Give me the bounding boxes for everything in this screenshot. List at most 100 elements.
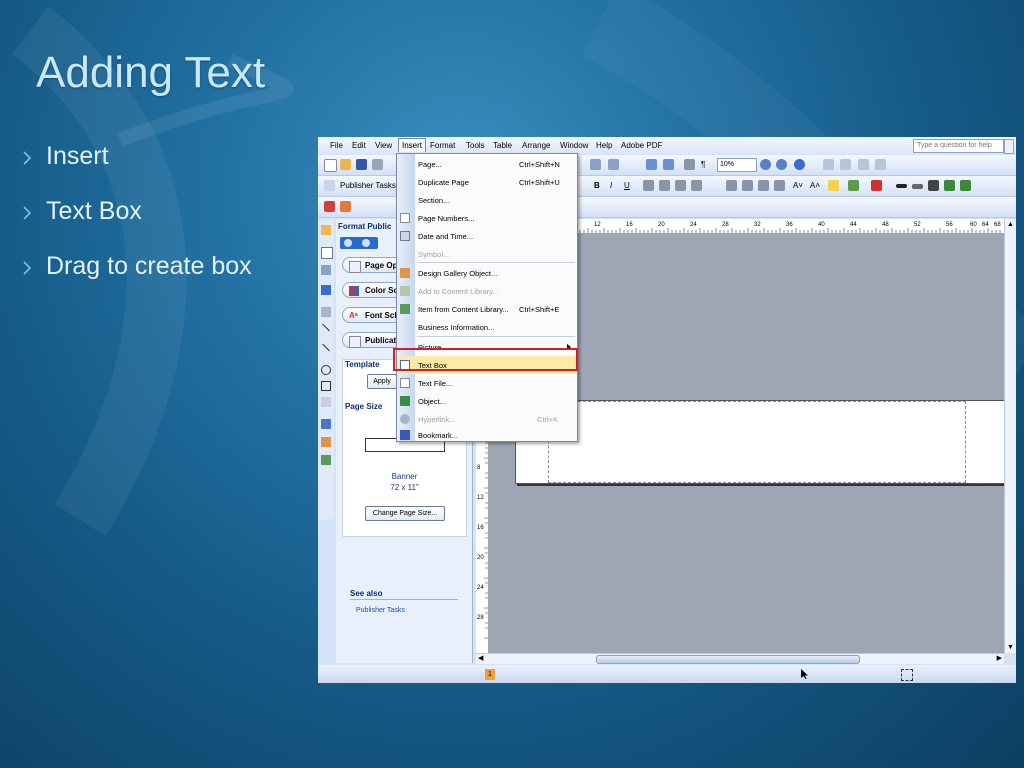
- menu-item-add-to-content-library[interactable]: Add to Content Library...: [397, 282, 577, 300]
- content-library-tool-icon[interactable]: [321, 455, 331, 465]
- insert-picture-icon[interactable]: [858, 159, 869, 170]
- shadow-style-icon[interactable]: [944, 180, 955, 191]
- menu-item-duplicate-page[interactable]: Duplicate Page Ctrl+Shift+U: [397, 173, 577, 191]
- zoom-out-icon[interactable]: [760, 159, 771, 170]
- vertical-scrollbar[interactable]: ▲ ▼: [1004, 219, 1016, 653]
- tab-label: Font Sch: [365, 311, 400, 320]
- autoshapes-tool-icon[interactable]: [321, 397, 331, 407]
- zoom-in-icon[interactable]: [776, 159, 787, 170]
- line-style-icon[interactable]: [896, 184, 907, 188]
- dash-style-icon[interactable]: [912, 184, 923, 189]
- new-icon[interactable]: [324, 159, 337, 172]
- save-icon[interactable]: [356, 159, 367, 170]
- arrow-tool-icon[interactable]: [322, 343, 330, 352]
- font-color-icon[interactable]: [871, 180, 882, 191]
- 3d-style-icon[interactable]: [960, 180, 971, 191]
- page-navigator-button[interactable]: 1: [485, 669, 495, 680]
- increase-indent-icon[interactable]: [774, 180, 785, 191]
- scroll-left-icon[interactable]: ◀: [478, 654, 483, 662]
- menu-adobe-pdf[interactable]: Adobe PDF: [621, 141, 662, 150]
- horizontal-scroll-thumb[interactable]: [596, 655, 860, 664]
- menu-item-design-gallery[interactable]: Design Gallery Object...: [397, 264, 577, 282]
- line-tool-icon[interactable]: [322, 323, 330, 332]
- menu-help[interactable]: Help: [596, 141, 612, 150]
- help-search-input[interactable]: Type a question for help: [913, 139, 1004, 153]
- spelling-icon[interactable]: [840, 159, 851, 170]
- columns-icon[interactable]: [684, 159, 695, 170]
- text-box-tool-icon[interactable]: [321, 247, 333, 259]
- align-center-icon[interactable]: [659, 180, 670, 191]
- print-icon[interactable]: [372, 159, 383, 170]
- numbering-icon[interactable]: [726, 180, 737, 191]
- decrease-font-icon[interactable]: A˅: [793, 181, 803, 190]
- undo-icon[interactable]: [590, 159, 601, 170]
- underline-button[interactable]: U: [624, 181, 630, 190]
- help-dropdown-icon[interactable]: [1004, 139, 1014, 154]
- bullets-icon[interactable]: [742, 180, 753, 191]
- wordart-tool-icon[interactable]: [321, 285, 331, 295]
- banner-page[interactable]: [515, 400, 1007, 484]
- menu-view[interactable]: View: [375, 141, 392, 150]
- select-tool-icon[interactable]: [321, 225, 331, 235]
- pdf-email-icon[interactable]: [340, 201, 351, 212]
- pdf-icon[interactable]: [324, 201, 335, 212]
- page-size-name: Banner: [391, 472, 418, 481]
- menu-item-page-numbers[interactable]: Page Numbers...: [397, 209, 577, 227]
- scroll-right-icon[interactable]: ▶: [997, 654, 1002, 662]
- menu-item-section[interactable]: Section...: [397, 191, 577, 209]
- zoom-select[interactable]: 10%: [717, 158, 757, 172]
- paragraph-mark-icon[interactable]: ¶: [701, 160, 705, 169]
- scroll-up-icon[interactable]: ▲: [1007, 221, 1014, 228]
- menu-window[interactable]: Window: [560, 141, 588, 150]
- publisher-tasks-button[interactable]: Publisher Tasks: [340, 181, 396, 190]
- link-icon[interactable]: [823, 159, 834, 170]
- italic-button[interactable]: I: [610, 181, 612, 190]
- picture-tool-icon[interactable]: [321, 307, 331, 317]
- forward-icon[interactable]: [362, 239, 370, 247]
- align-right-icon[interactable]: [675, 180, 686, 191]
- design-gallery-tool-icon[interactable]: [321, 437, 331, 447]
- menu-insert[interactable]: Insert: [398, 138, 427, 152]
- back-icon[interactable]: [344, 239, 352, 247]
- hotspot-tool-icon[interactable]: [321, 419, 331, 429]
- arrow-style-icon[interactable]: [928, 180, 939, 191]
- page-size-label: Page Size: [345, 402, 383, 411]
- rectangle-tool-icon[interactable]: [321, 381, 331, 391]
- menu-item-object[interactable]: Object...: [397, 392, 577, 410]
- menu-item-text-file[interactable]: Text File...: [397, 374, 577, 392]
- find-icon[interactable]: [663, 159, 674, 170]
- menu-file[interactable]: File: [330, 141, 343, 150]
- menu-item-page[interactable]: Page... Ctrl+Shift+N: [397, 155, 577, 173]
- task-pane-nav[interactable]: [340, 237, 378, 249]
- align-left-icon[interactable]: [643, 180, 654, 191]
- zoom-tool-icon[interactable]: [646, 159, 657, 170]
- open-icon[interactable]: [340, 159, 351, 170]
- insert-table-icon[interactable]: [875, 159, 886, 170]
- decrease-indent-icon[interactable]: [758, 180, 769, 191]
- help-icon[interactable]: [794, 159, 805, 170]
- scroll-down-icon[interactable]: ▼: [1007, 644, 1014, 651]
- menu-tools[interactable]: Tools: [466, 141, 485, 150]
- oval-tool-icon[interactable]: [321, 365, 331, 375]
- menu-item-business-info[interactable]: Business Information...: [397, 318, 577, 336]
- menu-item-content-library[interactable]: Item from Content Library... Ctrl+Shift+E: [397, 300, 577, 318]
- publisher-tasks-link[interactable]: Publisher Tasks: [356, 607, 405, 614]
- menu-item-date-time[interactable]: Date and Time...: [397, 227, 577, 245]
- menu-format[interactable]: Format: [430, 141, 455, 150]
- change-page-size-button[interactable]: Change Page Size...: [365, 506, 445, 521]
- bold-button[interactable]: B: [594, 181, 600, 190]
- redo-icon[interactable]: [608, 159, 619, 170]
- menu-edit[interactable]: Edit: [352, 141, 366, 150]
- fill-color-icon[interactable]: [828, 180, 839, 191]
- apply-template-button[interactable]: Apply: [367, 374, 397, 389]
- justify-icon[interactable]: [691, 180, 702, 191]
- menu-item-symbol[interactable]: Symbol...: [397, 245, 577, 263]
- menu-item-bookmark[interactable]: Bookmark...: [397, 426, 577, 444]
- menu-arrange[interactable]: Arrange: [522, 141, 550, 150]
- increase-font-icon[interactable]: A˄: [810, 181, 820, 190]
- tasks-grip-icon: [324, 180, 335, 191]
- menu-table[interactable]: Table: [493, 141, 512, 150]
- horizontal-scrollbar[interactable]: ◀ ▶: [476, 653, 1004, 664]
- table-tool-icon[interactable]: [321, 265, 331, 275]
- line-color-icon[interactable]: [848, 180, 859, 191]
